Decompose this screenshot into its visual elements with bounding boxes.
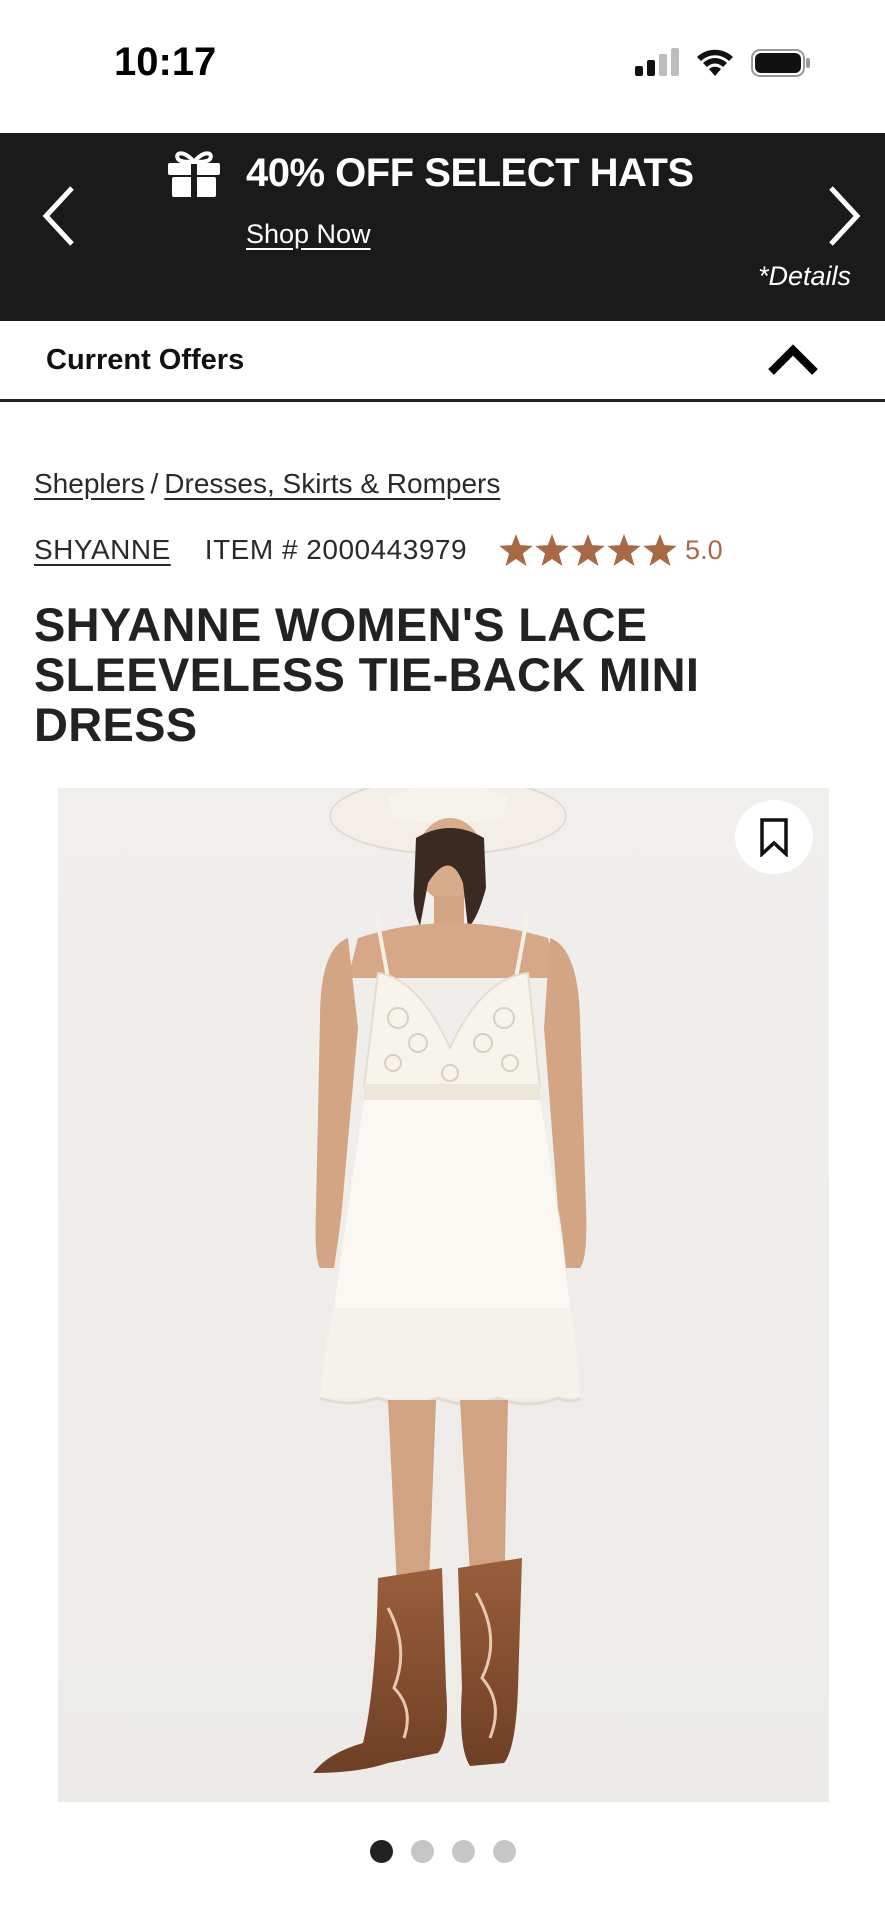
carousel-dot[interactable] xyxy=(369,1840,393,1863)
star-icon xyxy=(643,534,677,566)
star-icon xyxy=(499,534,533,566)
promo-details-link[interactable]: *Details xyxy=(758,261,851,292)
breadcrumb-category-link[interactable]: Dresses, Skirts & Rompers xyxy=(164,468,500,500)
cellular-signal-icon xyxy=(635,48,679,76)
promo-prev-button[interactable] xyxy=(28,171,88,261)
status-bar: 10:17 xyxy=(0,0,885,133)
carousel-dot[interactable] xyxy=(492,1840,516,1863)
product-meta-row: SHYANNE ITEM # 2000443979 5.0 xyxy=(34,530,854,570)
product-image[interactable] xyxy=(58,788,829,1802)
breadcrumb: Sheplers / Dresses, Skirts & Rompers xyxy=(34,468,500,500)
status-time: 10:17 xyxy=(114,40,217,84)
product-photo xyxy=(58,788,829,1802)
star-icon xyxy=(571,534,605,566)
breadcrumb-home-link[interactable]: Sheplers xyxy=(34,468,145,500)
star-icon xyxy=(535,534,569,566)
current-offers-toggle[interactable]: Current Offers xyxy=(0,321,885,402)
save-to-wishlist-button[interactable] xyxy=(735,800,813,874)
promo-title: 40% OFF SELECT HATS xyxy=(246,151,694,195)
rating-value: 5.0 xyxy=(685,534,723,565)
gift-icon xyxy=(166,149,222,204)
star-icon xyxy=(607,534,641,566)
carousel-dot[interactable] xyxy=(451,1840,475,1863)
battery-icon xyxy=(751,49,810,77)
breadcrumb-separator: / xyxy=(150,468,159,499)
carousel-dot[interactable] xyxy=(410,1840,434,1863)
item-number: ITEM # 2000443979 xyxy=(204,534,468,565)
product-title: SHYANNE WOMEN'S LACE SLEEVELESS TIE-BACK… xyxy=(34,598,700,751)
wifi-icon xyxy=(697,49,733,76)
chevron-right-icon xyxy=(829,186,861,246)
chevron-left-icon xyxy=(42,186,74,246)
product-page: 10:17 40% OFF SELECT HATS Shop Now *Deta… xyxy=(0,0,885,1920)
promo-next-button[interactable] xyxy=(815,171,875,261)
rating-stars[interactable] xyxy=(499,534,677,566)
image-carousel-dots xyxy=(0,1840,885,1863)
status-icons xyxy=(635,48,811,78)
shop-now-link[interactable]: Shop Now xyxy=(246,219,371,250)
current-offers-label: Current Offers xyxy=(46,343,245,376)
bookmark-icon xyxy=(760,818,788,857)
promo-banner: 40% OFF SELECT HATS Shop Now *Details xyxy=(0,133,885,321)
chevron-up-icon xyxy=(768,344,818,375)
brand-link[interactable]: SHYANNE xyxy=(34,534,171,566)
